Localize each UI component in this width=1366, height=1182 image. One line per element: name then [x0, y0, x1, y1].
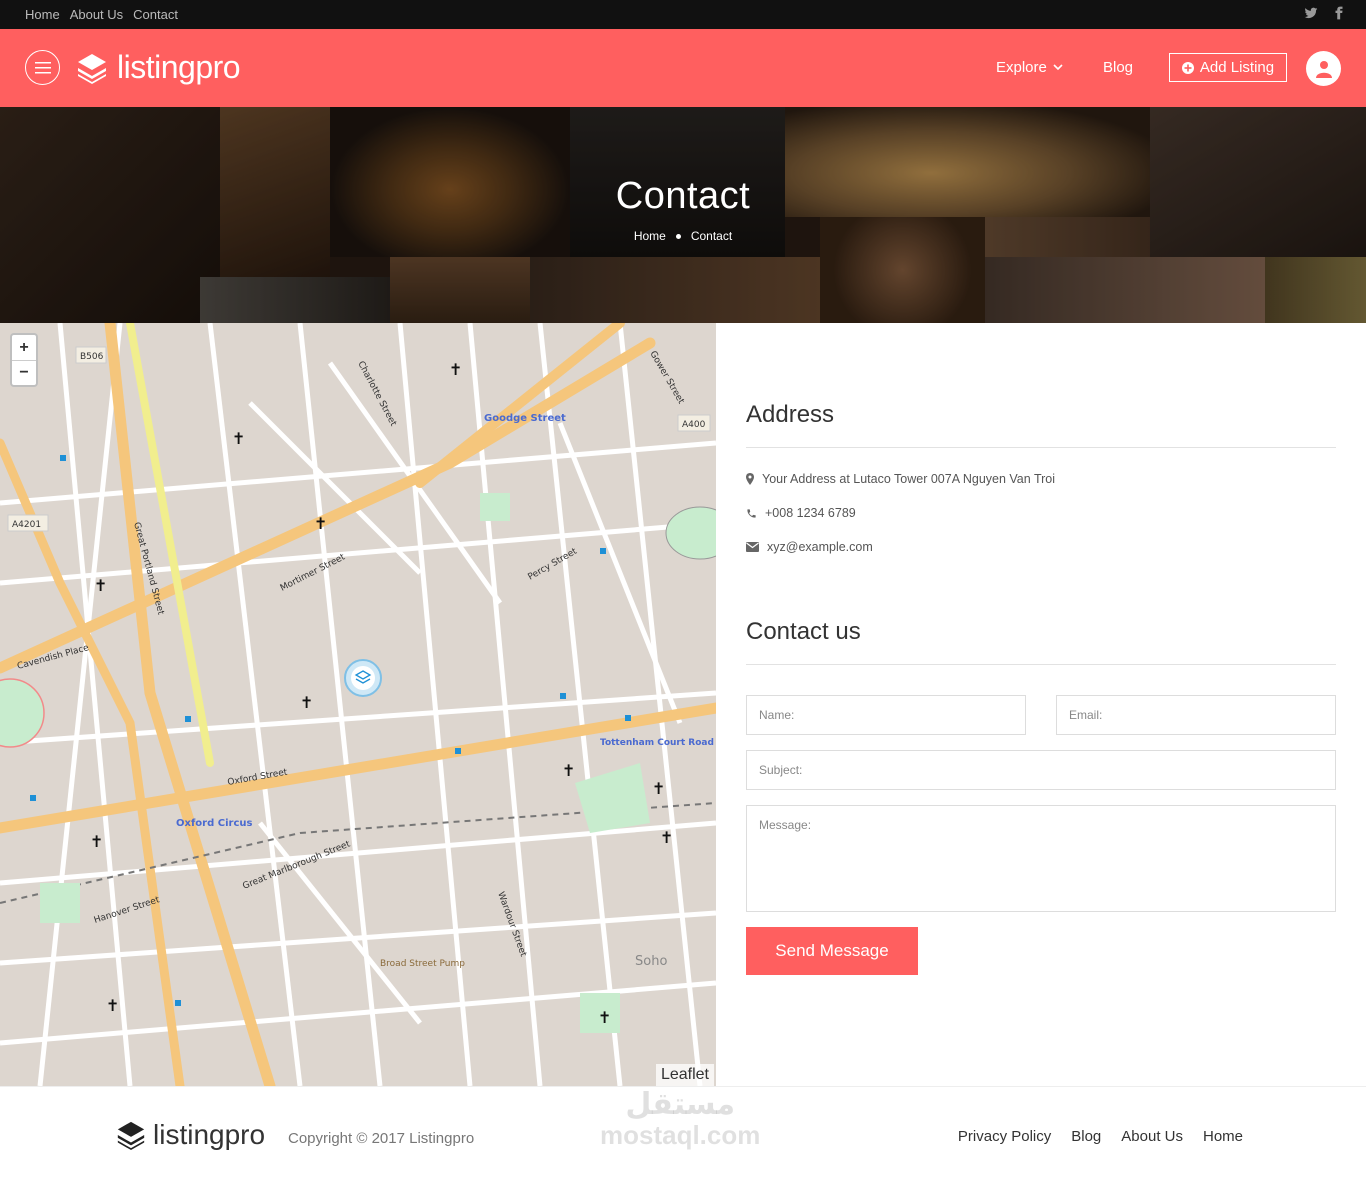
map-pin-icon [746, 473, 754, 485]
svg-text:✝: ✝ [94, 576, 107, 595]
footer-logo-text: listingpro [153, 1119, 266, 1150]
footer-link-privacy[interactable]: Privacy Policy [958, 1128, 1051, 1145]
user-account-button[interactable] [1306, 51, 1341, 86]
add-listing-label: Add Listing [1199, 59, 1275, 76]
footer-logo[interactable]: listingpro [115, 1119, 265, 1151]
add-listing-button[interactable]: Add Listing [1169, 53, 1287, 82]
map-label-goodge-street: Goodge Street [484, 413, 566, 424]
map-tiles: B506 A400 A4201 Goodge Street Oxford Cir… [0, 323, 716, 1086]
footer-link-about[interactable]: About Us [1121, 1128, 1183, 1145]
layers-logo-icon [117, 1121, 145, 1151]
svg-text:✝: ✝ [300, 693, 313, 712]
address-divider [746, 447, 1336, 448]
social-links [1304, 6, 1346, 20]
address-heading: Address [746, 401, 835, 428]
svg-text:✝: ✝ [314, 514, 327, 533]
top-link-home[interactable]: Home [25, 7, 60, 22]
map-attribution[interactable]: Leaflet [655, 1064, 714, 1086]
location-map[interactable]: B506 A400 A4201 Goodge Street Oxford Cir… [0, 323, 716, 1086]
copyright-text: Copyright © 2017 Listingpro [288, 1130, 475, 1147]
svg-text:✝: ✝ [232, 429, 245, 448]
address-location: Your Address at Lutaco Tower 007A Nguyen… [746, 472, 1055, 486]
main-header: listingpro Explore Blog Add Listing [0, 29, 1366, 107]
zoom-in-button[interactable]: + [12, 335, 36, 360]
facebook-icon[interactable] [1332, 6, 1346, 20]
top-link-about[interactable]: About Us [70, 7, 123, 22]
footer-link-home[interactable]: Home [1203, 1128, 1243, 1145]
map-label-b506: B506 [80, 352, 104, 362]
top-bar: Home About Us Contact [0, 0, 1366, 29]
map-label-a400: A400 [682, 420, 706, 430]
map-label-tottenham-court-road: Tottenham Court Road [600, 738, 714, 748]
map-label-oxford-circus: Oxford Circus [176, 818, 252, 829]
plus-circle-icon [1181, 61, 1194, 74]
user-icon [1315, 60, 1332, 78]
nav-explore-label: Explore [996, 59, 1047, 76]
envelope-icon [746, 542, 759, 552]
breadcrumb-home[interactable]: Home [634, 229, 666, 243]
nav-blog[interactable]: Blog [1103, 59, 1133, 76]
logo-text: listingpro [117, 49, 241, 85]
breadcrumb: Home Contact [0, 229, 1366, 243]
top-links: Home About Us Contact [25, 7, 178, 22]
top-link-contact[interactable]: Contact [133, 7, 178, 22]
svg-text:✝: ✝ [660, 828, 673, 847]
page-title: Contact [615, 175, 751, 217]
message-textarea[interactable]: Message: [746, 805, 1336, 912]
phone-icon [747, 508, 756, 518]
page-hero-banner: Contact Home Contact [0, 107, 1366, 323]
svg-text:✝: ✝ [106, 996, 119, 1015]
map-label-a4201: A4201 [12, 520, 41, 530]
twitter-icon[interactable] [1304, 6, 1318, 20]
svg-text:✝: ✝ [562, 761, 575, 780]
hamburger-icon [34, 61, 51, 73]
zoom-out-button[interactable]: − [12, 360, 36, 385]
hamburger-menu-button[interactable] [25, 50, 60, 85]
watermark: مستقل mostaql.com [600, 1088, 761, 1150]
nav-explore[interactable]: Explore [996, 59, 1063, 76]
map-label-broad-street-pump: Broad Street Pump [380, 959, 465, 969]
contact-divider [746, 664, 1336, 665]
site-logo[interactable]: listingpro [75, 49, 241, 86]
breadcrumb-current: Contact [690, 229, 733, 243]
footer-links: Privacy Policy Blog About Us Home [958, 1128, 1243, 1145]
email-input[interactable]: Email: [1056, 695, 1336, 735]
send-message-button[interactable]: Send Message [746, 927, 918, 975]
svg-text:✝: ✝ [90, 832, 103, 851]
chevron-down-icon [1053, 64, 1063, 71]
svg-text:✝: ✝ [598, 1008, 611, 1027]
watermark-latin: mostaql.com [600, 1120, 761, 1150]
map-zoom-control: + − [10, 333, 38, 387]
name-input[interactable]: Name: [746, 695, 1026, 735]
map-label-soho: Soho [635, 954, 667, 969]
address-phone: +008 1234 6789 [746, 506, 856, 520]
breadcrumb-separator [675, 233, 681, 239]
address-phone-text: +008 1234 6789 [765, 506, 856, 520]
watermark-arabic: مستقل [625, 1088, 736, 1121]
footer-link-blog[interactable]: Blog [1071, 1128, 1101, 1145]
address-email-text: xyz@example.com [767, 540, 873, 554]
address-email: xyz@example.com [746, 540, 873, 554]
svg-text:✝: ✝ [652, 779, 665, 798]
contact-heading: Contact us [746, 618, 861, 645]
subject-input[interactable]: Subject: [746, 750, 1336, 790]
address-location-text: Your Address at Lutaco Tower 007A Nguyen… [762, 472, 1056, 486]
contact-panel: Address Your Address at Lutaco Tower 007… [716, 323, 1366, 1086]
svg-text:✝: ✝ [449, 360, 462, 379]
layers-logo-icon [78, 53, 106, 84]
